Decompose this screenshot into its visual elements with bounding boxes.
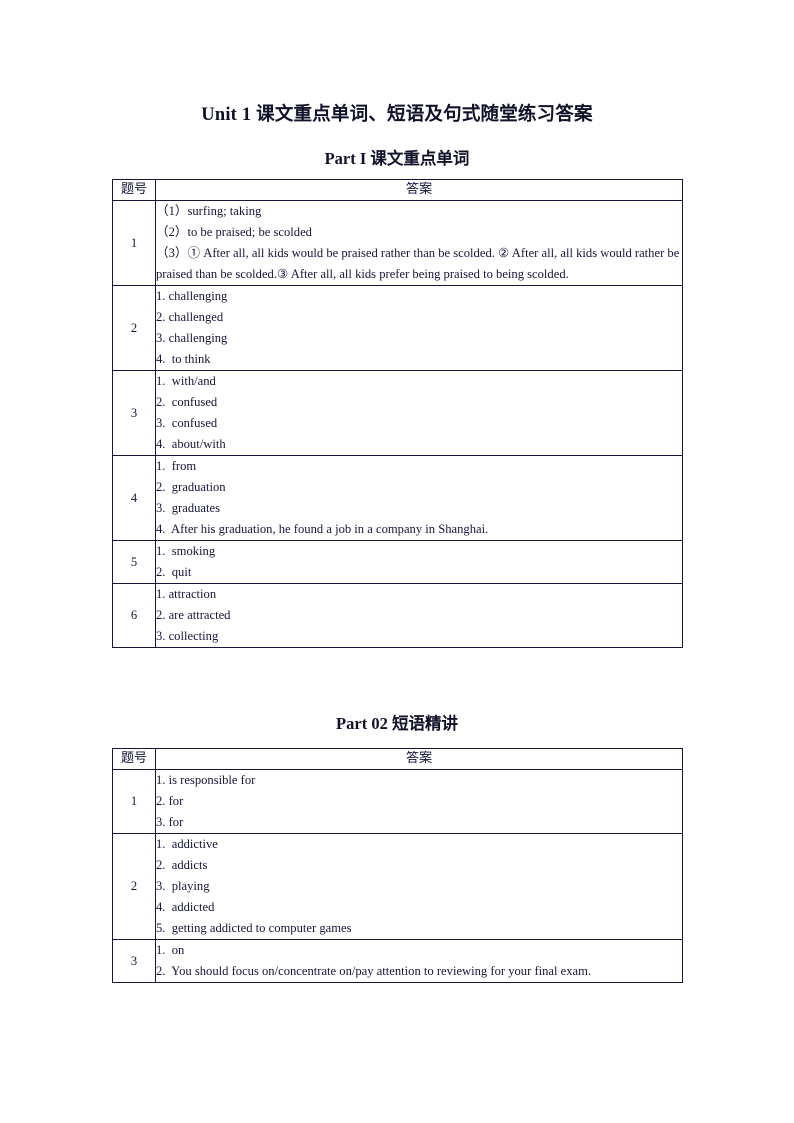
answer-line: （3）① After all, all kids would be praise… — [156, 246, 683, 281]
answer-line: 1. with/and — [156, 374, 216, 388]
answer-line: 2. for — [156, 794, 184, 808]
question-number-cell: 1 — [112, 200, 156, 286]
answer-line: 3. collecting — [156, 629, 219, 643]
question-number-cell: 2 — [112, 833, 156, 940]
answer-line: 4. addicted — [156, 900, 215, 914]
question-number-cell: 2 — [112, 285, 156, 371]
table-header-row: 题号 答案 — [112, 179, 683, 201]
table-row: 6 1. attraction 2. are attracted 3. collect… — [112, 583, 683, 648]
table-row: 4 1. from 2. graduation 3. graduates 4. Afte… — [112, 455, 683, 541]
table-body-part-2: 1 1. is responsible for 2. for 3. for 2 1. ad… — [112, 769, 683, 983]
answer-line: 1. challenging — [156, 289, 228, 303]
table-row: 3 1. with/and 2. confused 3. confused 4. abo… — [112, 370, 683, 456]
answer-cell: （1）surfing; taking （2）to be praised; be s… — [155, 200, 683, 286]
question-number-cell: 3 — [112, 939, 156, 983]
answer-line: 2. challenged — [156, 310, 224, 324]
table-header-part-2: 题号 答案 — [112, 748, 683, 770]
answers-table-part-1: 题号 答案 1 （1）surfing; taking （2）to be praise… — [112, 179, 683, 648]
answer-line: 1. attraction — [156, 587, 217, 601]
answer-cell: 1. attraction 2. are attracted 3. collecti… — [155, 583, 683, 648]
answers-table-part-2: 题号 答案 1 1. is responsible for 2. for 3. for… — [112, 748, 683, 983]
table-row: 5 1. smoking 2. quit — [112, 540, 683, 584]
answer-line: （1）surfing; taking — [156, 204, 262, 218]
answer-line: 3. challenging — [156, 331, 228, 345]
answer-cell: 1. smoking 2. quit — [155, 540, 683, 584]
answer-line: 2. quit — [156, 565, 192, 579]
table-header-row: 题号 答案 — [112, 748, 683, 770]
answer-cell: 1. is responsible for 2. for 3. for — [155, 769, 683, 834]
answer-line: 5. getting addicted to computer games — [156, 921, 352, 935]
column-header-answer: 答案 — [155, 748, 683, 770]
answer-line: 3. for — [156, 815, 184, 829]
column-header-question-number: 题号 — [112, 179, 156, 201]
answer-cell: 1. addictive 2. addicts 3. playing 4. addic… — [155, 833, 683, 940]
answer-line: 3. confused — [156, 416, 218, 430]
answer-line: 1. is responsible for — [156, 773, 256, 787]
answer-line: 1. from — [156, 459, 197, 473]
answer-cell: 1. on 2. You should focus on/concentrate … — [155, 939, 683, 983]
question-number-cell: 6 — [112, 583, 156, 648]
answer-line: 1. addictive — [156, 837, 218, 851]
answer-line: 2. You should focus on/concentrate on/pa… — [156, 964, 592, 978]
question-number-cell: 4 — [112, 455, 156, 541]
column-header-answer: 答案 — [155, 179, 683, 201]
answer-cell: 1. from 2. graduation 3. graduates 4. After… — [155, 455, 683, 541]
answer-line: 4. After his graduation, he found a job … — [156, 522, 489, 536]
table-header-part-1: 题号 答案 — [112, 179, 683, 201]
page-title: Unit 1 课文重点单词、短语及句式随堂练习答案 — [201, 105, 593, 125]
section-heading-part-2: Part 02 短语精讲 — [336, 714, 458, 733]
answer-line: 2. confused — [156, 395, 218, 409]
question-number-cell: 5 — [112, 540, 156, 584]
question-number-cell: 1 — [112, 769, 156, 834]
answer-line: 4. to think — [156, 352, 211, 366]
question-number-cell: 3 — [112, 370, 156, 456]
answer-line: 3. playing — [156, 879, 210, 893]
column-header-question-number: 题号 — [112, 748, 156, 770]
answer-line: 3. graduates — [156, 501, 220, 515]
answer-line: 1. smoking — [156, 544, 216, 558]
document-page: Unit 1 课文重点单词、短语及句式随堂练习答案 Part I 课文重点单词 … — [0, 0, 794, 1123]
table-row: 1 1. is responsible for 2. for 3. for — [112, 769, 683, 834]
answer-line: 4. about/with — [156, 437, 226, 451]
table-row: 2 1. challenging 2. challenged 3. challengi… — [112, 285, 683, 371]
answer-line: 2. are attracted — [156, 608, 231, 622]
table-row: 2 1. addictive 2. addicts 3. playing 4. addi… — [112, 833, 683, 940]
answer-line: 2. addicts — [156, 858, 208, 872]
answer-cell: 1. challenging 2. challenged 3. challengin… — [155, 285, 683, 371]
answer-line: （2）to be praised; be scolded — [156, 225, 312, 239]
table-row: 3 1. on 2. You should focus on/concentrate… — [112, 939, 683, 983]
answer-cell: 1. with/and 2. confused 3. confused 4. abou… — [155, 370, 683, 456]
table-body-part-1: 1 （1）surfing; taking （2）to be praised; be … — [112, 200, 683, 648]
answer-line: 1. on — [156, 943, 185, 957]
section-heading-part-1: Part I 课文重点单词 — [324, 149, 470, 168]
answer-line: 2. graduation — [156, 480, 226, 494]
table-row: 1 （1）surfing; taking （2）to be praised; be … — [112, 200, 683, 286]
